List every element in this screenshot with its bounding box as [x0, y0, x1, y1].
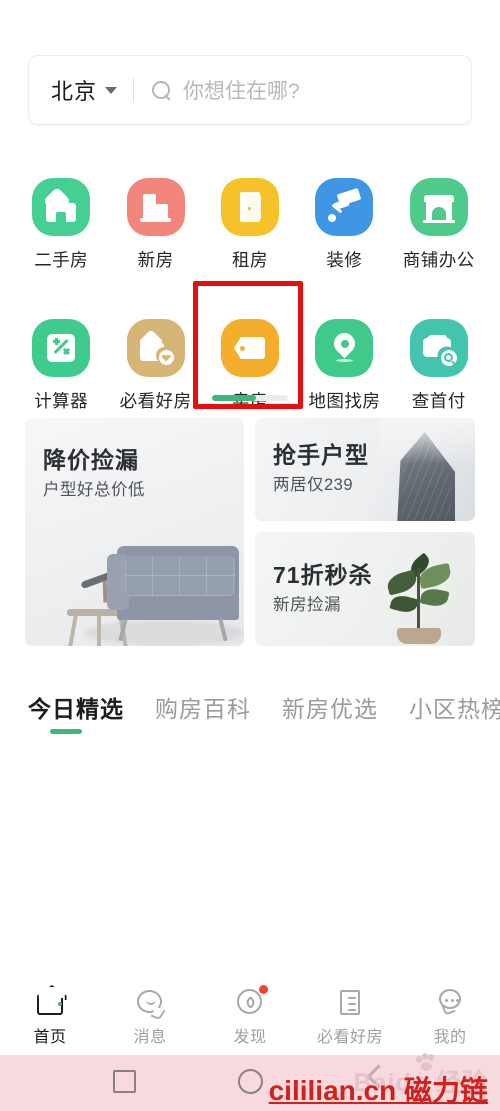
quick-action-row-1: 二手房 新房 租房 装修 商铺办公: [14, 178, 486, 272]
divider: [133, 78, 135, 102]
search-input-placeholder[interactable]: 你想住在哪?: [183, 75, 300, 105]
quick-action-label: 租房: [231, 250, 268, 270]
quick-action-bikanhaofang[interactable]: 必看好房: [108, 319, 202, 413]
quick-action-label: 商铺办公: [402, 250, 475, 270]
promo-card-miaosha[interactable]: 71折秒杀 新房捡漏: [255, 532, 475, 646]
document-icon: [335, 987, 365, 1017]
person-icon: [435, 987, 465, 1017]
house-icon[interactable]: [32, 178, 91, 236]
search-bar-container: 北京 你想住在哪?: [28, 55, 472, 125]
nav-label: 消息: [133, 1029, 167, 1046]
promo-title: 降价捡漏: [43, 447, 139, 473]
nav-item-bikanhaofang[interactable]: 必看好房: [300, 987, 400, 1047]
nav-item-home[interactable]: 首页: [0, 987, 100, 1047]
app-screen: 北京 你想住在哪? 二手房 新房 租房 装修 商铺办公 计算器 必看好房 卖房 …: [0, 0, 500, 1111]
grid-page-indicator: [212, 395, 288, 401]
wallet-search-icon[interactable]: [409, 319, 468, 377]
quick-action-xinfang[interactable]: 新房: [108, 178, 202, 272]
grid-page-indicator-fill: [212, 395, 256, 401]
promo-subtitle: 户型好总价低: [43, 481, 145, 499]
promo-title: 抢手户型: [273, 442, 369, 468]
chat-bubble-icon: [135, 987, 165, 1017]
promo-card-jiangjia[interactable]: 降价捡漏 户型好总价低: [25, 418, 244, 646]
nav-item-profile[interactable]: 我的: [400, 987, 500, 1047]
quick-action-zhuangxiu[interactable]: 装修: [297, 178, 391, 272]
quick-action-zufang[interactable]: 租房: [203, 178, 297, 272]
promo-card-qiangshou[interactable]: 抢手户型 两居仅239: [255, 418, 475, 521]
quick-action-label: 地图找房: [308, 391, 381, 411]
promo-title: 71折秒杀: [273, 562, 373, 588]
square-recents-icon[interactable]: [113, 1070, 136, 1093]
paint-roller-icon[interactable]: [315, 178, 374, 236]
quick-action-dituzhaofang[interactable]: 地图找房: [297, 319, 391, 413]
sofa-decor: [107, 546, 239, 620]
promo-subtitle: 两居仅239: [273, 476, 354, 494]
footer-watermark-text: cililian.cn 磁力链: [268, 1075, 488, 1106]
circle-home-icon[interactable]: [238, 1069, 263, 1094]
quick-action-shangpubangong[interactable]: 商铺办公: [392, 178, 486, 272]
city-selector-label[interactable]: 北京: [51, 74, 97, 106]
tab-goufang-baike[interactable]: 购房百科: [155, 690, 251, 734]
skyscraper-decor: [379, 418, 475, 521]
nav-label: 发现: [233, 1029, 267, 1046]
nav-label: 我的: [433, 1029, 467, 1046]
quick-action-label: 二手房: [34, 250, 89, 270]
compass-icon: [235, 985, 268, 1017]
quick-action-chashoufu[interactable]: 查首付: [392, 319, 486, 413]
tab-xiaoqu-rebang[interactable]: 小区热榜: [409, 690, 500, 734]
calculator-icon[interactable]: [32, 319, 91, 377]
quick-action-grid: 二手房 新房 租房 装修 商铺办公 计算器 必看好房 卖房 地图找房 查首付: [14, 178, 486, 413]
quick-action-label: 查首付: [411, 391, 466, 411]
plant-decor: [375, 542, 461, 646]
search-icon: [152, 80, 171, 100]
house-heart-icon[interactable]: [126, 319, 185, 377]
search-bar[interactable]: 北京 你想住在哪?: [28, 55, 472, 125]
nav-item-messages[interactable]: 消息: [100, 987, 200, 1047]
map-pin-icon[interactable]: [315, 319, 374, 377]
chevron-down-icon[interactable]: [105, 86, 118, 94]
android-system-nav-bar: Baidu 经验 cililian.cn 磁力链: [0, 1053, 500, 1111]
tab-jinri-jingxuan[interactable]: 今日精选: [28, 690, 124, 734]
buildings-icon[interactable]: [126, 178, 185, 236]
door-icon[interactable]: [220, 178, 279, 236]
quick-action-label: 计算器: [34, 391, 89, 411]
nav-item-discover[interactable]: 发现: [200, 985, 300, 1047]
promo-subtitle: 新房捡漏: [273, 596, 341, 614]
nav-label: 首页: [33, 1029, 67, 1046]
tab-xinfang-youxuan[interactable]: 新房优选: [282, 690, 378, 734]
quick-action-jisuanqi[interactable]: 计算器: [14, 319, 108, 413]
quick-action-label: 新房: [137, 250, 174, 270]
promo-card-group: 降价捡漏 户型好总价低 抢手户型 两居仅239 71折秒杀 新房捡漏: [25, 418, 475, 646]
content-tab-bar: 今日精选 购房百科 新房优选 小区热榜: [28, 690, 500, 734]
nav-label: 必看好房: [316, 1029, 383, 1046]
price-tag-icon[interactable]: [220, 319, 279, 377]
promo-card-column: 抢手户型 两居仅239 71折秒杀 新房捡漏: [255, 418, 475, 646]
quick-action-ershoufang[interactable]: 二手房: [14, 178, 108, 272]
storefront-icon[interactable]: [409, 178, 468, 236]
quick-action-label: 必看好房: [119, 391, 192, 411]
quick-action-label: 装修: [326, 250, 363, 270]
bottom-navigation-bar: 首页 消息 发现 必看好房 我的: [0, 979, 500, 1055]
notification-badge: [259, 985, 268, 994]
home-icon: [35, 987, 65, 1017]
